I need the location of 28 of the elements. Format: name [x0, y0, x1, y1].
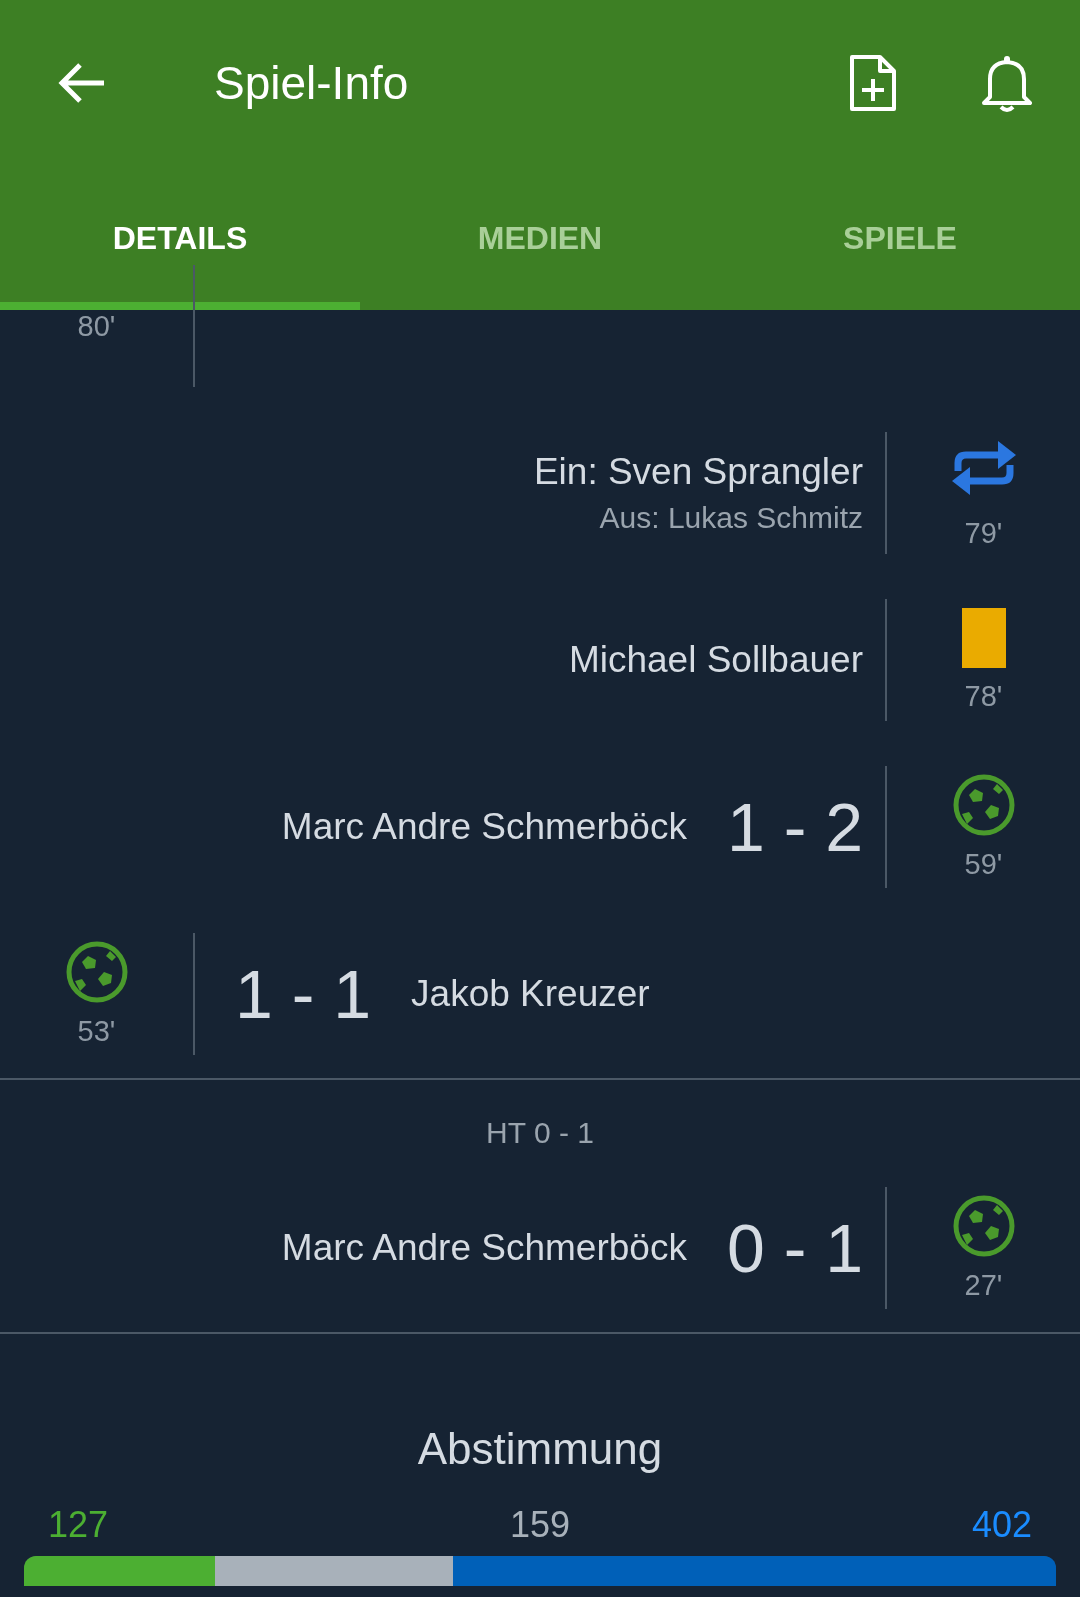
minute-label: 53' [77, 1014, 116, 1048]
player-out-name: Aus: Lukas Schmitz [599, 501, 863, 535]
minute-label: 80' [77, 309, 116, 343]
minute-label: 27' [964, 1268, 1003, 1302]
player-in-name: Ein: Sven Sprangler [533, 451, 863, 493]
player-name: Michael Sollbauer [568, 639, 863, 681]
player-name: Marc Andre Schmerböck [281, 1227, 687, 1269]
vote-count: 127 [48, 1504, 109, 1546]
vote-count: 159 [509, 1504, 571, 1546]
minute-label: 78' [964, 679, 1003, 713]
player-name: Marc Andre Schmerböck [281, 806, 687, 848]
player-name: Jakob Kreuzer [411, 973, 650, 1015]
halftime-score: HT 0 - 1 [485, 1116, 595, 1150]
vote-title: Abstimmung [416, 1424, 664, 1474]
vote-count: 402 [971, 1504, 1032, 1546]
minute-label: 59' [964, 847, 1003, 881]
soccer-ball-icon [65, 940, 128, 1003]
soccer-ball-icon [952, 773, 1015, 836]
minute-label: 79' [964, 516, 1003, 550]
score-label: 0 - 1 [726, 1209, 863, 1287]
tab[interactable]: SPIELE [720, 165, 1080, 310]
tab[interactable]: MEDIEN [360, 165, 720, 310]
score-label: 1 - 1 [235, 955, 372, 1033]
score-label: 1 - 2 [726, 788, 863, 866]
booking-card-icon [961, 607, 1006, 668]
screen-title: Spiel-Info [214, 55, 410, 110]
soccer-ball-icon [952, 1194, 1015, 1257]
tab[interactable]: DETAILS [0, 165, 360, 310]
